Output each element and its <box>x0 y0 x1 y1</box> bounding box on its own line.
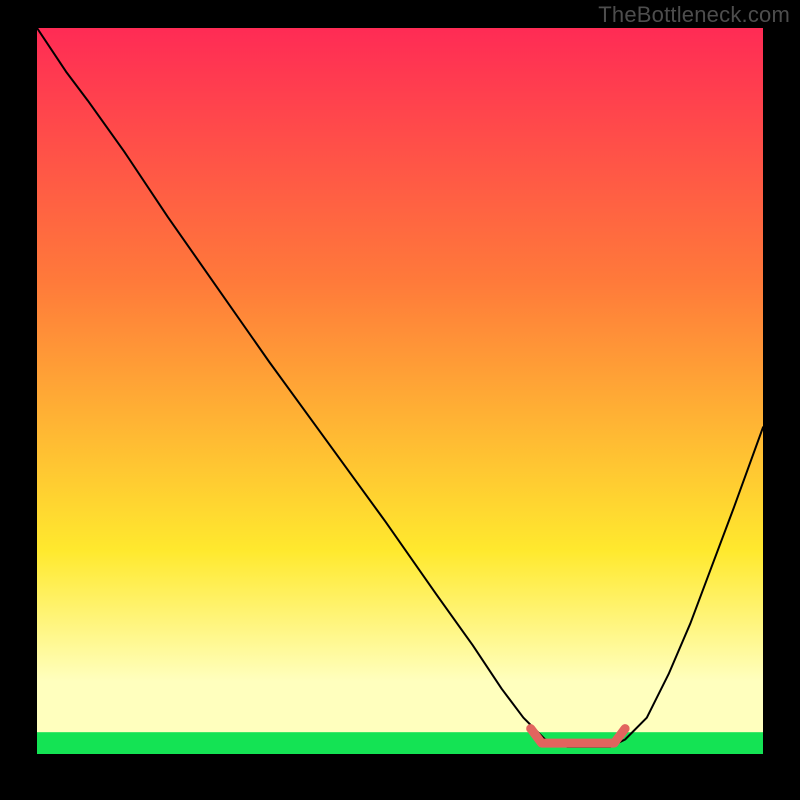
watermark-text: TheBottleneck.com <box>598 2 790 28</box>
green-band <box>37 732 763 754</box>
plot-area <box>37 28 763 754</box>
plot-svg <box>37 28 763 754</box>
chart-frame: TheBottleneck.com <box>0 0 800 800</box>
gradient-background <box>37 28 763 754</box>
